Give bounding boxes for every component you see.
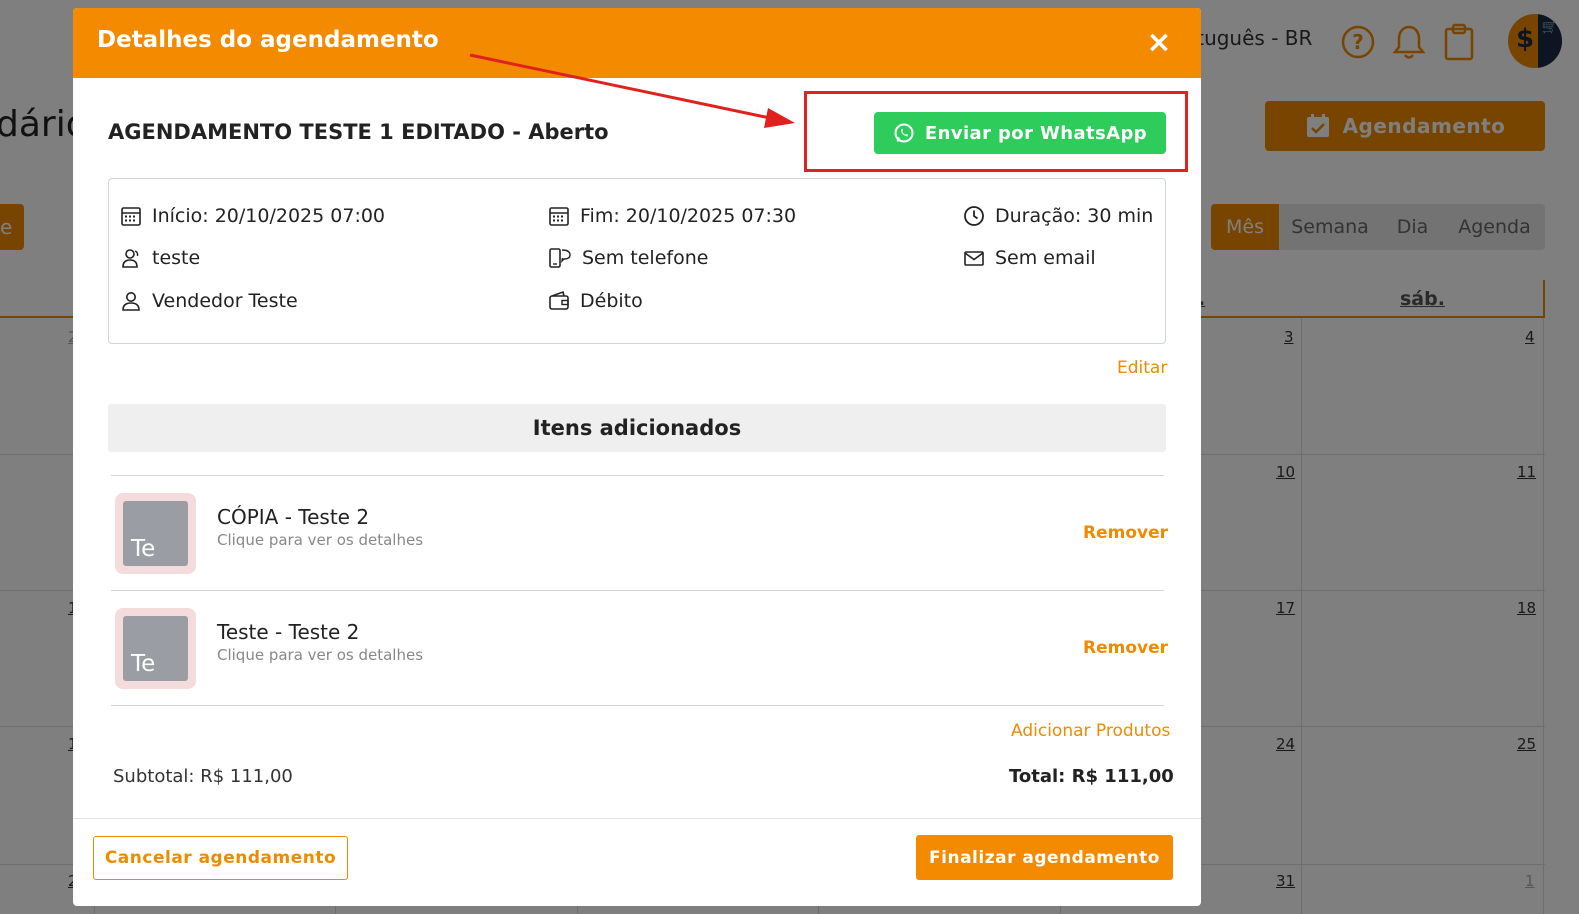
wallet-icon <box>549 290 569 310</box>
annotation-highlight-box <box>804 91 1188 172</box>
client-name: teste <box>120 247 200 269</box>
modal-title: Detalhes do agendamento <box>97 27 439 53</box>
calendar-icon <box>549 207 569 226</box>
item-thumbnail[interactable]: Te <box>115 493 196 574</box>
clock-icon <box>964 206 984 226</box>
edit-link[interactable]: Editar <box>1117 358 1167 378</box>
end-datetime: Fim: 20/10/2025 07:30 <box>548 205 796 227</box>
payment-method: Débito <box>548 290 643 312</box>
start-datetime: Início: 20/10/2025 07:00 <box>120 205 385 227</box>
calendar-icon <box>121 207 141 226</box>
cancel-appointment-button[interactable]: Cancelar agendamento <box>93 836 348 880</box>
finish-appointment-button[interactable]: Finalizar agendamento <box>916 835 1173 880</box>
remove-item-button[interactable]: Remover <box>1083 523 1168 543</box>
item-thumbnail[interactable]: Te <box>115 608 196 689</box>
item-details-hint[interactable]: Clique para ver os detalhes <box>217 646 423 664</box>
envelope-icon <box>964 251 984 266</box>
subtotal-value: Subtotal: R$ 111,00 <box>113 766 293 787</box>
client-phone: Sem telefone <box>548 247 708 269</box>
item-details-hint[interactable]: Clique para ver os detalhes <box>217 531 423 549</box>
client-email: Sem email <box>963 247 1096 269</box>
item-name[interactable]: CÓPIA - Teste 2 <box>217 505 369 529</box>
total-value: Total: R$ 111,00 <box>1009 766 1174 787</box>
duration: Duração: 30 min <box>963 205 1153 227</box>
modal-header: Detalhes do agendamento × <box>73 8 1201 78</box>
phone-icon <box>549 248 571 268</box>
appointment-info-box: Início: 20/10/2025 07:00 Fim: 20/10/2025… <box>108 178 1166 344</box>
items-section-header: Itens adicionados <box>108 404 1166 452</box>
remove-item-button[interactable]: Remover <box>1083 638 1168 658</box>
add-products-link[interactable]: Adicionar Produtos <box>1011 721 1170 741</box>
item-name[interactable]: Teste - Teste 2 <box>217 620 359 644</box>
user-icon <box>122 292 140 311</box>
seller-name: Vendedor Teste <box>120 290 298 312</box>
appointment-title: AGENDAMENTO TESTE 1 EDITADO - Aberto <box>108 120 609 144</box>
users-icon <box>122 249 139 268</box>
close-icon[interactable]: × <box>1143 25 1175 60</box>
